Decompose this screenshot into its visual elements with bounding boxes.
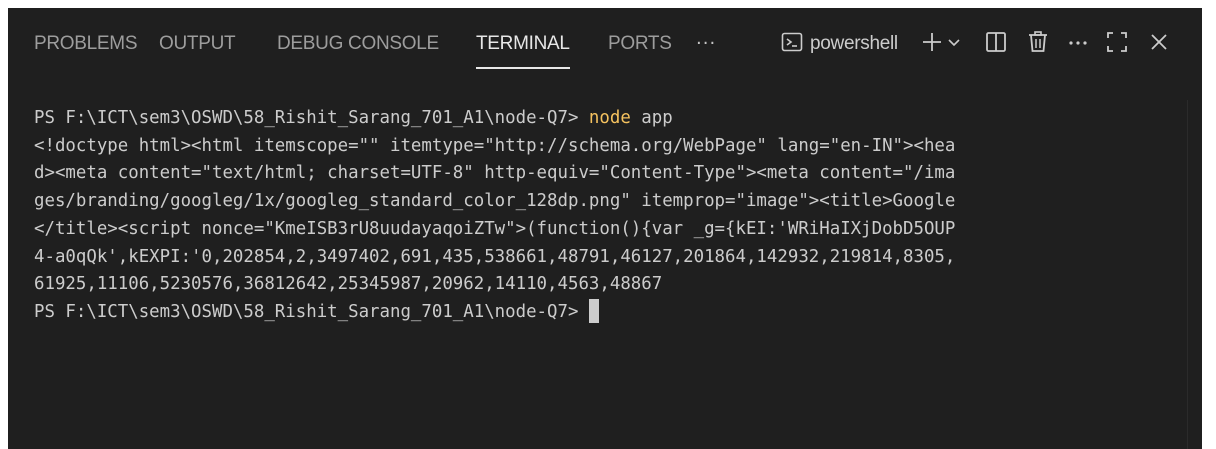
plus-icon <box>920 30 944 59</box>
close-panel-button[interactable] <box>1148 28 1170 60</box>
terminal-icon <box>780 30 804 59</box>
command-name: node <box>588 108 631 128</box>
prompt-text: PS F:\ICT\sem3\OSWD\58_Rishit_Sarang_701… <box>34 108 589 128</box>
chevron-down-icon <box>946 30 962 59</box>
output-line: 61925,11106,5230576,36812642,25345987,20… <box>34 274 663 295</box>
panel-tab-bar: PROBLEMS OUTPUT DEBUG CONSOLE TERMINAL P… <box>8 8 1202 80</box>
output-line: <!doctype html><html itemscope="" itemty… <box>34 135 956 156</box>
tab-debug-console[interactable]: DEBUG CONSOLE <box>277 30 439 58</box>
output-line: ges/branding/googleg/1x/googleg_standard… <box>34 191 956 212</box>
output-line: d><meta content="text/html; charset=UTF-… <box>34 163 956 184</box>
scrollbar[interactable] <box>1187 100 1202 449</box>
terminal-output[interactable]: PS F:\ICT\sem3\OSWD\58_Rishit_Sarang_701… <box>34 105 1184 327</box>
terminal-viewport[interactable]: PS F:\ICT\sem3\OSWD\58_Rishit_Sarang_701… <box>8 80 1202 449</box>
tab-terminal[interactable]: TERMINAL <box>476 30 570 69</box>
more-icon <box>1066 30 1090 59</box>
tab-ports[interactable]: PORTS <box>608 30 672 58</box>
split-icon <box>984 30 1008 59</box>
split-terminal-button[interactable] <box>984 28 1008 60</box>
terminal-profile-button[interactable]: powershell <box>780 28 898 60</box>
terminal-panel: PROBLEMS OUTPUT DEBUG CONSOLE TERMINAL P… <box>8 8 1202 449</box>
command-args: app <box>630 108 673 128</box>
maximize-icon <box>1104 29 1130 60</box>
tab-problems[interactable]: PROBLEMS <box>34 30 137 58</box>
shell-name: powershell <box>810 33 898 54</box>
text-cursor <box>588 298 599 323</box>
trash-icon <box>1026 30 1050 59</box>
new-terminal-button[interactable] <box>920 28 944 60</box>
more-tabs-button[interactable]: ··· <box>696 30 726 58</box>
kill-terminal-button[interactable] <box>1026 28 1050 60</box>
output-line: 4-a0qQk',kEXPI:'0,202854,2,3497402,691,4… <box>34 246 956 267</box>
more-actions-button[interactable] <box>1066 28 1090 60</box>
terminal-dropdown-button[interactable] <box>946 28 962 60</box>
close-icon <box>1148 31 1170 58</box>
maximize-panel-button[interactable] <box>1104 28 1130 60</box>
output-line: </title><script nonce="KmeISB3rU8uudayaq… <box>34 218 956 239</box>
tab-output[interactable]: OUTPUT <box>159 30 236 58</box>
final-prompt-text: PS F:\ICT\sem3\OSWD\58_Rishit_Sarang_701… <box>34 301 589 322</box>
